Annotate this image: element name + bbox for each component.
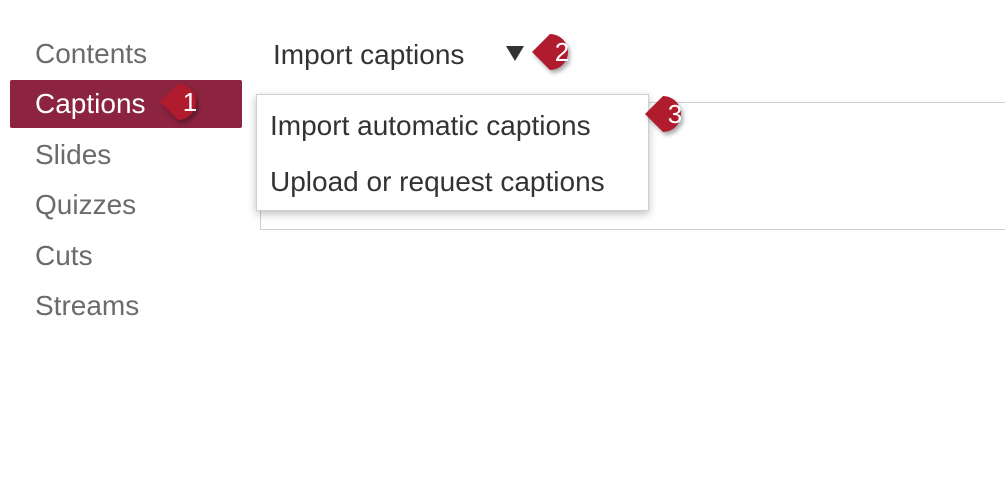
sidebar-item-contents[interactable]: Contents [10,30,242,78]
sidebar-item-streams[interactable]: Streams [10,282,242,330]
sidebar-item-label: Captions [35,88,146,119]
sidebar-item-slides[interactable]: Slides [10,131,242,179]
sidebar-item-label: Slides [35,139,112,170]
step-callout-3: 3 [643,90,691,138]
menu-item-upload-or-request-captions[interactable]: Upload or request captions [270,160,605,204]
caret-down-icon[interactable] [506,46,524,61]
import-captions-button[interactable]: Import captions [273,32,464,78]
step-callout-1: 1 [158,78,206,126]
sidebar: Contents Captions Slides Quizzes Cuts St… [0,0,250,501]
import-captions-label: Import captions [273,39,465,70]
step-callout-2: 2 [530,28,578,76]
sidebar-item-quizzes[interactable]: Quizzes [10,181,242,229]
sidebar-item-label: Streams [35,290,140,321]
sidebar-item-captions[interactable]: Captions [10,80,242,128]
sidebar-item-cuts[interactable]: Cuts [10,232,242,280]
sidebar-item-label: Contents [35,38,148,69]
menu-item-import-automatic-captions[interactable]: Import automatic captions [270,104,591,148]
menu-item-label: Import automatic captions [270,110,591,141]
sidebar-item-label: Cuts [35,240,93,271]
callout-number: 3 [667,98,683,129]
import-captions-menu: Import automatic captions Upload or requ… [256,94,649,211]
menu-item-label: Upload or request captions [270,166,605,197]
sidebar-item-label: Quizzes [35,189,137,220]
callout-number: 1 [182,86,198,117]
callout-number: 2 [554,36,570,67]
